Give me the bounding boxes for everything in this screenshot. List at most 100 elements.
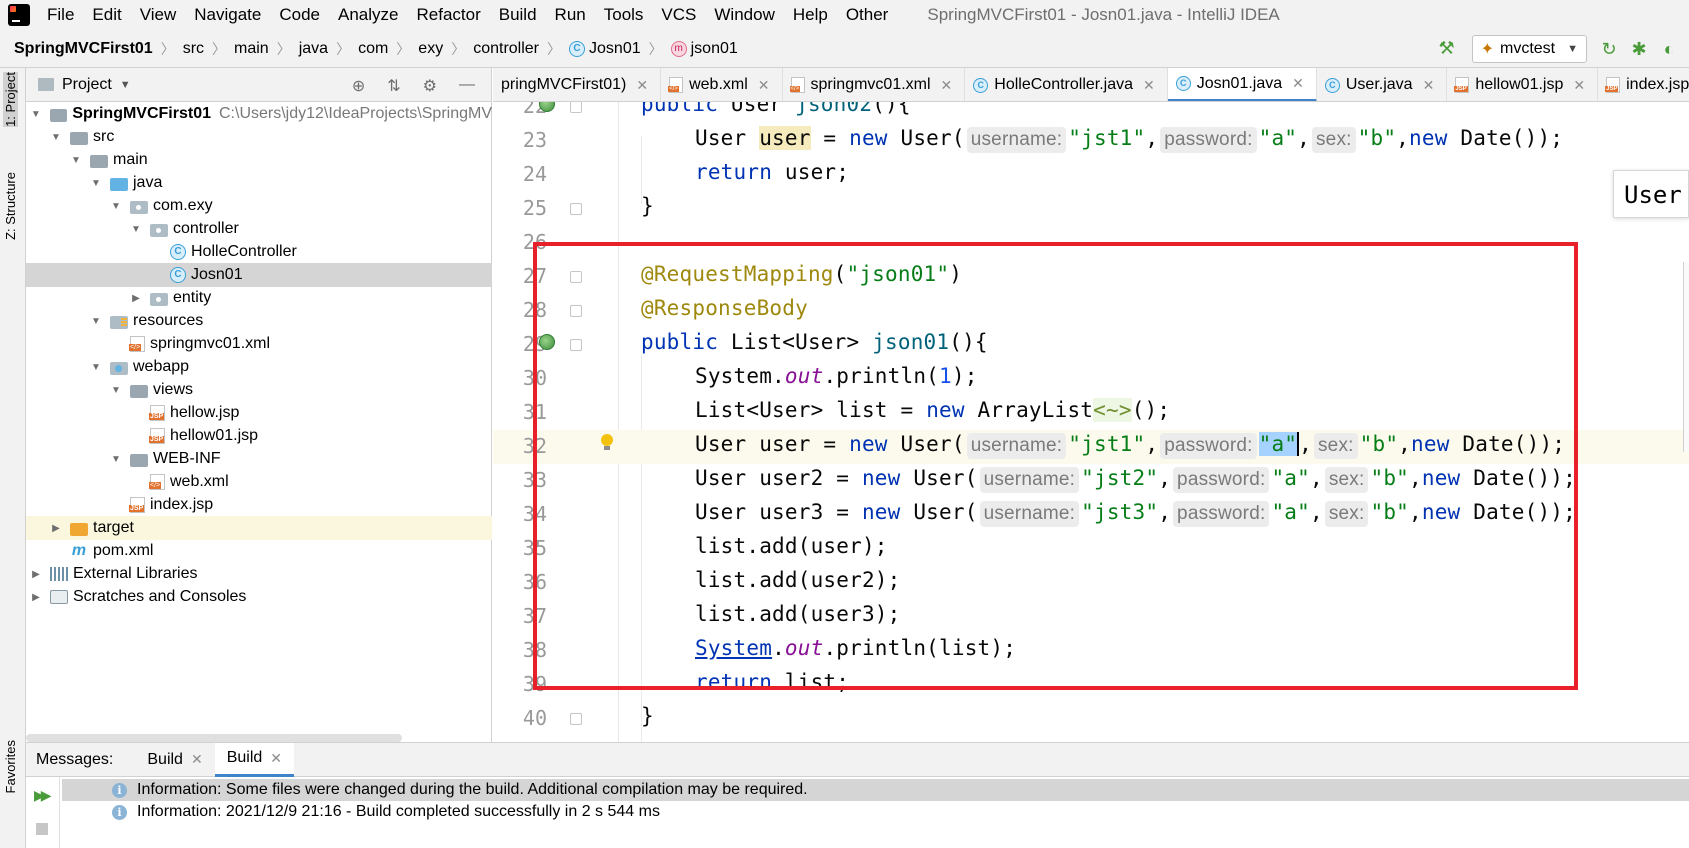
code-line[interactable]: 31 List<User> list = new ArrayList<~>(); (493, 396, 1689, 430)
tree-item-views[interactable]: ▼ views (26, 378, 492, 402)
expand-arrow-icon[interactable]: ▼ (30, 109, 42, 120)
tree-item-main[interactable]: ▼ main (26, 148, 492, 172)
close-icon[interactable]: ✕ (1573, 77, 1585, 94)
menu-navigate[interactable]: Navigate (185, 5, 270, 25)
tree-item-controller[interactable]: ▼ controller (26, 217, 492, 241)
breadcrumb-project[interactable]: SpringMVCFirst01 (0, 40, 157, 58)
close-icon[interactable]: ✕ (191, 751, 203, 768)
run-configuration-select[interactable]: ✦ mvctest ▼ (1471, 35, 1587, 63)
breadcrumb-main[interactable]: main (230, 40, 273, 58)
expand-arrow-icon[interactable]: ▶ (130, 293, 142, 304)
tab-hollecontroller[interactable]: C HolleController.java ✕ (965, 68, 1168, 101)
stop-icon[interactable] (36, 823, 48, 835)
close-icon[interactable]: ✕ (636, 77, 648, 94)
chevron-down-icon[interactable]: ▼ (120, 79, 131, 91)
tree-item-entity[interactable]: ▶ entity (26, 286, 492, 310)
menu-refactor[interactable]: Refactor (407, 5, 489, 25)
tab-build-2[interactable]: Build ✕ (214, 742, 294, 777)
code-line[interactable]: 23 User user = new User(username: "jst1",… (493, 124, 1689, 158)
message-row[interactable]: i Information: Some files were changed d… (62, 779, 1689, 801)
fold-marker-icon[interactable] (570, 339, 582, 351)
debug-bug-icon[interactable]: ✱ (1629, 39, 1649, 59)
fold-marker-icon[interactable] (570, 102, 582, 113)
menu-code[interactable]: Code (270, 5, 329, 25)
lightbulb-icon[interactable] (600, 434, 614, 452)
menu-other[interactable]: Other (837, 5, 898, 25)
breadcrumb-exy[interactable]: exy (414, 40, 447, 58)
menu-edit[interactable]: Edit (83, 5, 130, 25)
breadcrumb-com[interactable]: com (354, 40, 392, 58)
tree-item-project-root[interactable]: ▼ SpringMVCFirst01 C:\Users\jdy12\IdeaProj… (26, 102, 492, 126)
menu-run[interactable]: Run (546, 5, 595, 25)
code-line[interactable]: 36 list.add(user2); (493, 566, 1689, 600)
menu-build[interactable]: Build (490, 5, 546, 25)
code-line[interactable]: 29 public List<User> json01(){ (493, 328, 1689, 362)
fold-marker-icon[interactable] (570, 713, 582, 725)
horizontal-scrollbar[interactable] (26, 734, 402, 742)
tab-hellow01-jsp[interactable]: hellow01.jsp ✕ (1447, 68, 1599, 101)
quick-doc-popup[interactable]: User (1613, 170, 1689, 218)
code-line[interactable]: 40 } (493, 702, 1689, 736)
expand-arrow-icon[interactable]: ▶ (30, 569, 42, 580)
code-line[interactable]: 25 } (493, 192, 1689, 226)
spring-bean-gutter-icon[interactable] (539, 102, 555, 112)
code-line[interactable]: 28 @ResponseBody (493, 294, 1689, 328)
code-line-current[interactable]: 32 User user = new User(username: "jst1",… (493, 430, 1689, 464)
tree-item-com-exy[interactable]: ▼ com.exy (26, 194, 492, 218)
message-row[interactable]: i Information: 2021/12/9 21:16 - Build c… (62, 801, 1689, 823)
tree-item-webapp[interactable]: ▼ webapp (26, 355, 492, 379)
code-line[interactable]: 37 list.add(user3); (493, 600, 1689, 634)
tab-springmvc01-xml[interactable]: springmvc01.xml ✕ (783, 68, 966, 101)
tree-item-pom-xml[interactable]: m pom.xml (26, 539, 492, 563)
menu-view[interactable]: View (131, 5, 186, 25)
expand-arrow-icon[interactable]: ▼ (70, 155, 82, 166)
code-line[interactable]: 30 System.out.println(1); (493, 362, 1689, 396)
tab-pom[interactable]: pringMVCFirst01) ✕ (493, 68, 662, 101)
project-panel-title[interactable]: Project (62, 76, 112, 94)
code-line[interactable]: 24 return user; (493, 158, 1689, 192)
tree-item-target[interactable]: ▶ target (26, 516, 492, 540)
breadcrumb-src[interactable]: src (179, 40, 208, 58)
fold-marker-icon[interactable] (570, 271, 582, 283)
tree-item-src[interactable]: ▼ src (26, 125, 492, 149)
close-icon[interactable]: ✕ (941, 77, 953, 94)
code-line[interactable]: 22 public User json02(){ (493, 102, 1689, 124)
tab-josn01[interactable]: C Josn01.java ✕ (1167, 68, 1317, 101)
tree-item-web-xml[interactable]: web.xml (26, 470, 492, 494)
tool-tab-project[interactable]: 1: Project (3, 72, 18, 127)
tab-index-jsp[interactable]: index.jsp (1598, 68, 1689, 101)
minimize-icon[interactable]: — (459, 76, 475, 96)
tab-web-xml[interactable]: web.xml ✕ (661, 68, 783, 101)
code-line[interactable]: 35 list.add(user); (493, 532, 1689, 566)
breadcrumb-java[interactable]: java (295, 40, 332, 58)
tool-tab-structure[interactable]: Z: Structure (3, 172, 18, 240)
expand-arrow-icon[interactable]: ▶ (30, 592, 42, 603)
code-line[interactable]: 38 System.out.println(list); (493, 634, 1689, 668)
breadcrumb-controller[interactable]: controller (469, 40, 543, 58)
menu-vcs[interactable]: VCS (652, 5, 705, 25)
collapse-all-icon[interactable]: ⇅ (387, 76, 400, 96)
code-line[interactable]: 34 User user3 = new User(username: "jst3"… (493, 498, 1689, 532)
spring-bean-gutter-icon[interactable] (539, 334, 555, 350)
breadcrumb-class[interactable]: C Josn01 (565, 40, 645, 58)
expand-arrow-icon[interactable]: ▼ (90, 362, 102, 373)
expand-arrow-icon[interactable]: ▼ (50, 132, 62, 143)
expand-arrow-icon[interactable]: ▼ (110, 454, 122, 465)
tree-item-springmvc01-xml[interactable]: springmvc01.xml (26, 332, 492, 356)
fold-marker-icon[interactable] (570, 305, 582, 317)
fold-marker-icon[interactable] (570, 203, 582, 215)
close-icon[interactable]: ✕ (1423, 77, 1435, 94)
close-icon[interactable]: ✕ (270, 750, 282, 767)
menu-window[interactable]: Window (705, 5, 783, 25)
tree-item-josn01[interactable]: C Josn01 (26, 263, 492, 287)
expand-arrow-icon[interactable]: ▼ (110, 385, 122, 396)
code-line[interactable]: 39 return list; (493, 668, 1689, 702)
tree-item-web-inf[interactable]: ▼ WEB-INF (26, 447, 492, 471)
build-hammer-icon[interactable]: ⚒ (1436, 38, 1458, 60)
code-line[interactable]: 27 @RequestMapping("json01") (493, 260, 1689, 294)
coverage-icon[interactable]: ◐ (1659, 39, 1679, 59)
tree-item-hellow01-jsp[interactable]: hellow01.jsp (26, 424, 492, 448)
tree-item-external-libraries[interactable]: ▶ External Libraries (26, 562, 492, 586)
expand-arrow-icon[interactable]: ▼ (90, 316, 102, 327)
menu-tools[interactable]: Tools (595, 5, 653, 25)
